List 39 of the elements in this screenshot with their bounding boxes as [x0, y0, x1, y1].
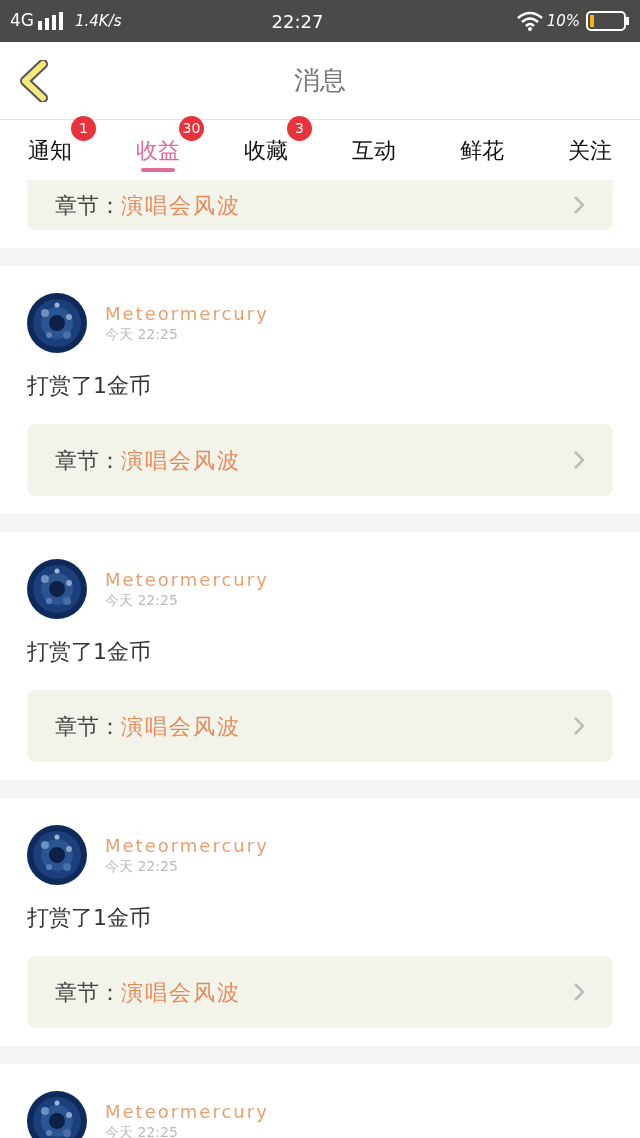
tab[interactable]: 互动 [338, 120, 410, 180]
chapter-title: 演唱会风波 [121, 446, 241, 475]
count-badge: 3 [287, 116, 312, 141]
chevron-right-icon [573, 716, 585, 736]
chapter-link[interactable]: 章节：演唱会风波 [27, 424, 613, 496]
battery-percent: 10% [546, 10, 580, 32]
message-text: 打赏了1金币 [27, 372, 152, 400]
chapter-link[interactable]: 章节：演唱会风波 [27, 690, 613, 762]
wifi-icon [516, 11, 543, 31]
message-text: 打赏了1金币 [27, 904, 152, 932]
chapter-title: 演唱会风波 [121, 712, 241, 741]
chapter-link[interactable]: 章节：演唱会风波 [27, 180, 613, 230]
count-badge: 30 [179, 116, 204, 141]
chapter-title: 演唱会风波 [121, 191, 241, 220]
chapter-link[interactable]: 章节：演唱会风波 [27, 956, 613, 1028]
network-speed: 1.4K/s [75, 10, 122, 32]
chevron-right-icon [573, 450, 585, 470]
count-badge: 1 [71, 116, 96, 141]
tab[interactable]: 鲜花 [446, 120, 518, 180]
page-title: 消息 [294, 64, 346, 97]
chevron-right-icon [573, 195, 585, 215]
chapter-label: 章节： [55, 978, 121, 1007]
message-time: 今天 22:25 [105, 859, 179, 873]
message-time: 今天 22:25 [105, 327, 179, 341]
signal-icon [37, 12, 63, 30]
chevron-left-icon [19, 59, 49, 102]
chapter-label: 章节： [55, 446, 121, 475]
chapter-title: 演唱会风波 [121, 978, 241, 1007]
tab[interactable]: 关注 [554, 120, 626, 180]
back-button[interactable] [18, 58, 50, 103]
chevron-right-icon [573, 982, 585, 1002]
battery-icon [586, 11, 630, 31]
chapter-label: 章节： [55, 191, 121, 220]
tab-underline [141, 168, 175, 172]
message-text: 打赏了1金币 [27, 638, 152, 666]
chapter-label: 章节： [55, 712, 121, 741]
message-time: 今天 22:25 [105, 593, 179, 607]
clock: 22:27 [271, 9, 324, 34]
network-label: 4G [10, 9, 34, 33]
